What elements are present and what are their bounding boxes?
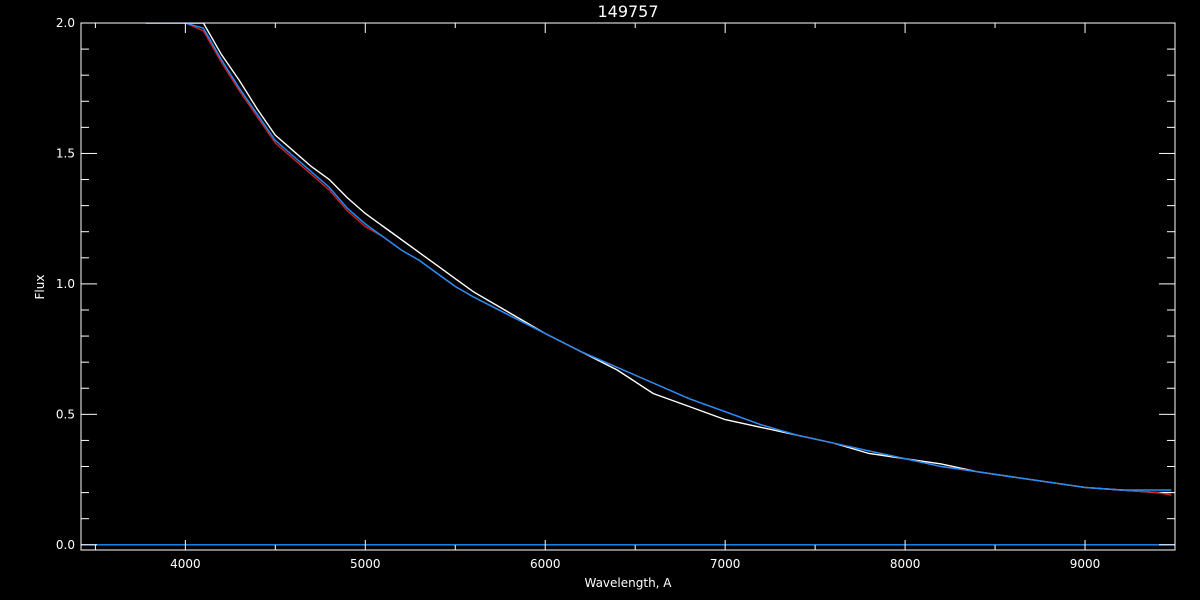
series-line-1 bbox=[145, 23, 1172, 494]
plot-area bbox=[81, 23, 1175, 546]
y-tick-label: 1.0 bbox=[56, 277, 75, 291]
plot-frame bbox=[80, 22, 1176, 551]
y-tick-label: 0.5 bbox=[56, 407, 75, 421]
y-tick-label: 2.0 bbox=[56, 16, 75, 30]
x-axis-label: Wavelength, A bbox=[584, 576, 672, 590]
series-line-2 bbox=[145, 23, 1172, 496]
y-axis-label: Flux bbox=[33, 275, 47, 300]
spectrum-chart: 149757 4000 5000 6000 7000 8000 9000 0.0 0.5 1.… bbox=[33, 2, 1176, 590]
x-tick-label: 5000 bbox=[350, 557, 381, 571]
chart-title: 149757 bbox=[597, 2, 658, 21]
x-tick-label: 9000 bbox=[1070, 557, 1101, 571]
x-tick-label: 6000 bbox=[530, 557, 561, 571]
x-axis: 4000 5000 6000 7000 8000 9000 bbox=[94, 23, 1176, 571]
x-tick-label: 4000 bbox=[170, 557, 201, 571]
y-tick-label: 1.5 bbox=[56, 146, 75, 160]
y-axis: 0.0 0.5 1.0 1.5 2.0 bbox=[56, 16, 1175, 552]
series-line-3 bbox=[145, 23, 1172, 491]
x-tick-label: 8000 bbox=[890, 557, 921, 571]
x-tick-label: 7000 bbox=[710, 557, 741, 571]
y-tick-label: 0.0 bbox=[56, 538, 75, 552]
